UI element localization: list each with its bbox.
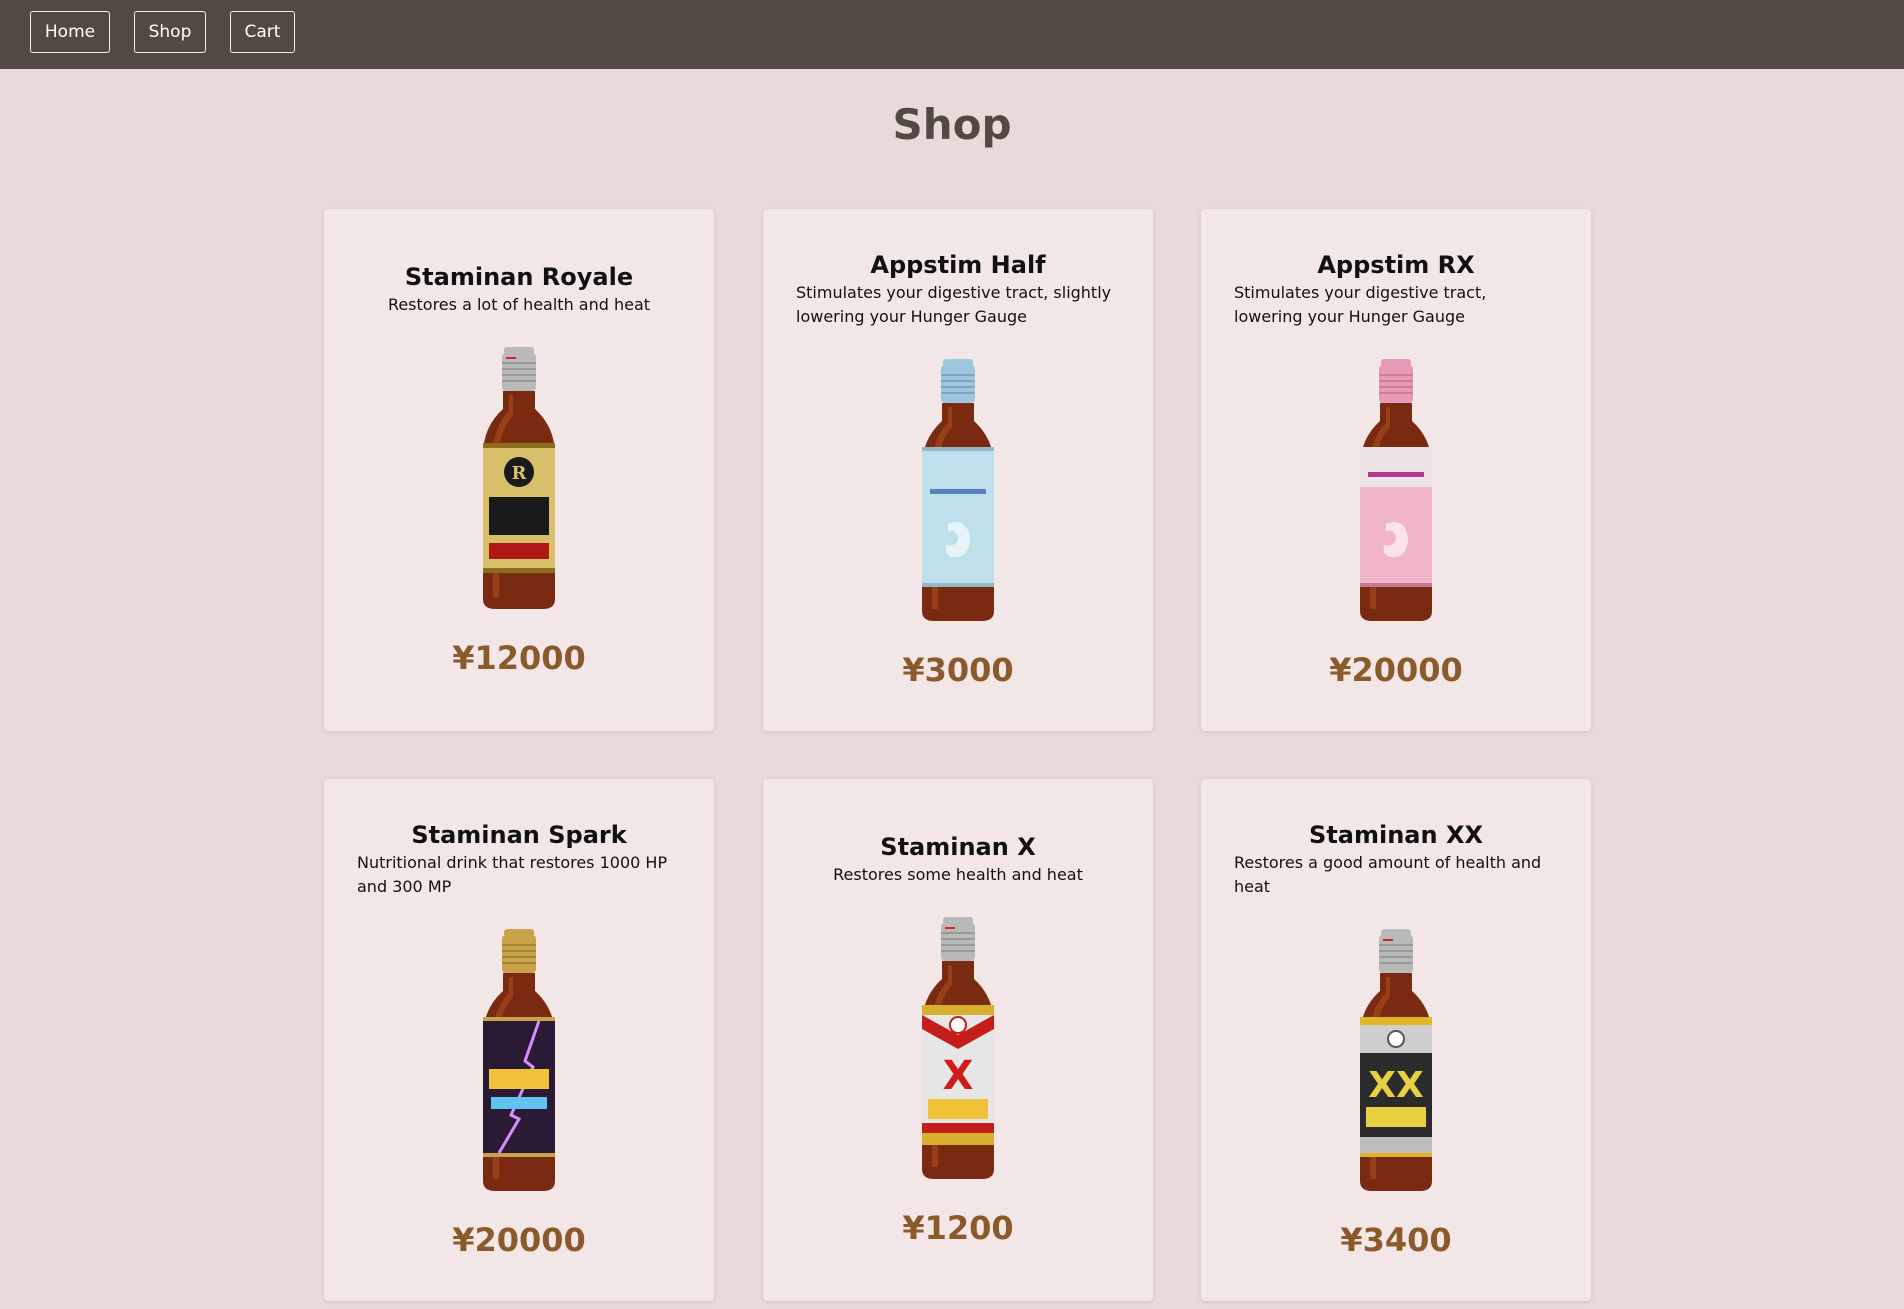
product-card[interactable]: Appstim RX Stimulates your digestive tra…	[1201, 209, 1591, 731]
product-price: ¥20000	[452, 1221, 586, 1259]
product-name: Appstim RX	[1317, 251, 1475, 279]
product-price: ¥12000	[452, 639, 586, 677]
bottle-half-icon	[908, 359, 1008, 621]
product-description: Restores a lot of health and heat	[387, 295, 651, 314]
product-price: ¥3400	[1340, 1221, 1452, 1259]
product-name: Staminan Royale	[404, 263, 634, 291]
product-name: Staminan Spark	[411, 821, 627, 849]
product-description: Restores a good amount of health and hea…	[1234, 853, 1542, 896]
nav-shop-button[interactable]: Shop	[134, 11, 206, 53]
product-card[interactable]: Staminan Royale Restores a lot of health…	[324, 209, 714, 731]
product-description: Stimulates your digestive tract, lowerin…	[1234, 283, 1487, 326]
product-card[interactable]: Staminan XX Restores a good amount of he…	[1201, 779, 1591, 1301]
product-price: ¥3000	[902, 651, 1014, 689]
bottle-spark-icon	[469, 929, 569, 1191]
product-description: Nutritional drink that restores 1000 HP …	[357, 853, 668, 896]
svg-text:XX: XX	[1368, 1065, 1424, 1106]
product-price: ¥20000	[1329, 651, 1463, 689]
product-name: Appstim Half	[870, 251, 1046, 279]
product-name: Staminan X	[880, 833, 1036, 861]
product-price: ¥1200	[902, 1209, 1014, 1247]
bottle-rx-icon	[1346, 359, 1446, 621]
page-title: Shop	[892, 100, 1012, 149]
bottle-xx-icon: XX	[1346, 929, 1446, 1191]
nav-cart-button[interactable]: Cart	[230, 11, 295, 53]
svg-text:R: R	[512, 463, 528, 484]
bottle-x-icon: X	[908, 917, 1008, 1179]
top-navbar: Home Shop Cart	[0, 0, 1904, 69]
product-card[interactable]: Staminan X Restores some health and heat…	[763, 779, 1153, 1301]
bottle-royale-icon: R	[469, 347, 569, 609]
product-description: Restores some health and heat	[833, 865, 1083, 884]
product-card[interactable]: Appstim Half Stimulates your digestive t…	[763, 209, 1153, 731]
nav-home-button[interactable]: Home	[30, 11, 110, 53]
product-description: Stimulates your digestive tract, slightl…	[796, 283, 1112, 326]
svg-text:X: X	[943, 1053, 974, 1099]
product-card[interactable]: Staminan Spark Nutritional drink that re…	[324, 779, 714, 1301]
product-name: Staminan XX	[1309, 821, 1483, 849]
